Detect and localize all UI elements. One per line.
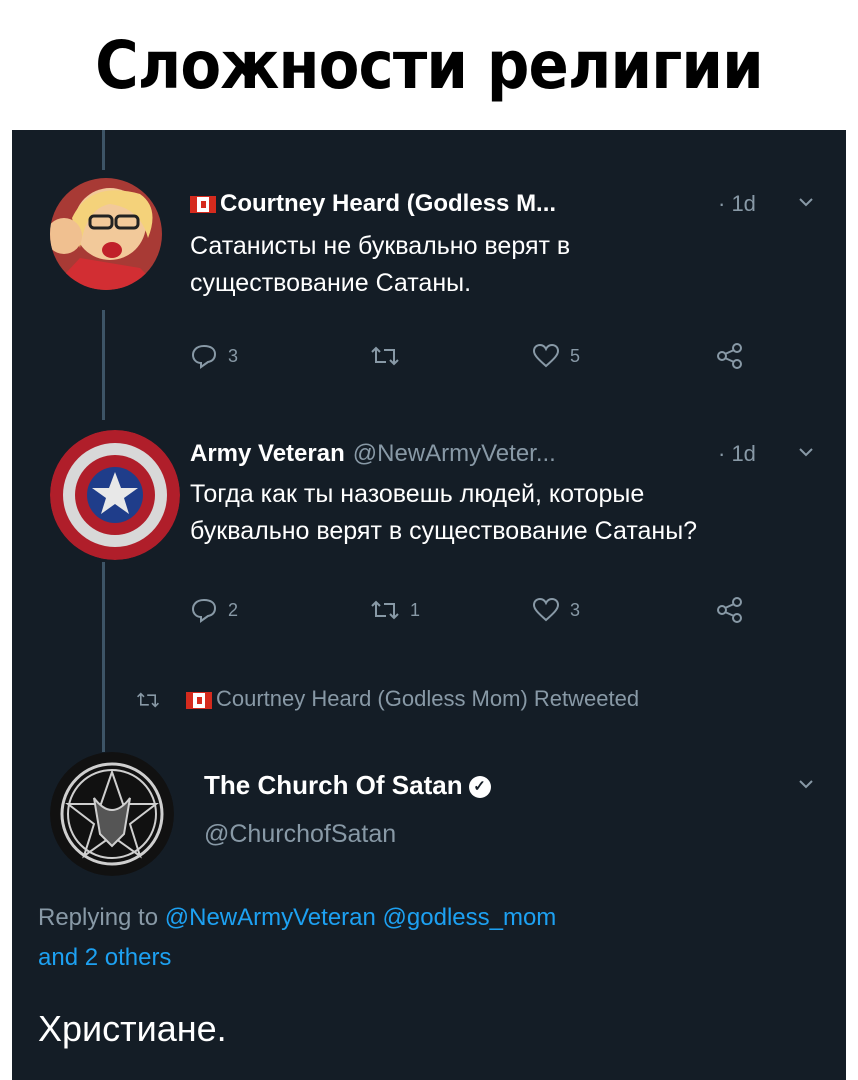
meme-caption: Сложности религии bbox=[0, 0, 858, 130]
reply-icon bbox=[191, 344, 217, 369]
like-icon bbox=[532, 597, 560, 622]
tweet-actions: 2 1 3 bbox=[190, 592, 790, 628]
share-button[interactable] bbox=[716, 596, 744, 624]
reply-button[interactable]: 2 bbox=[190, 597, 238, 623]
tweet-text: Сатанисты не буквально верят в существов… bbox=[190, 232, 571, 297]
caption-text: Сложности религии bbox=[95, 26, 764, 104]
chevron-down-icon[interactable] bbox=[798, 774, 814, 795]
retweeted-by-line[interactable]: Courtney Heard (Godless Mom) Retweeted bbox=[136, 686, 639, 712]
verified-icon: ✓ bbox=[468, 776, 491, 799]
tweet-text: Тогда как ты назовешь людей, которые бук… bbox=[190, 480, 698, 545]
tweet-author-name[interactable]: The Church Of Satan ✓ bbox=[204, 770, 491, 801]
like-button[interactable]: 3 bbox=[532, 597, 580, 623]
flag-canada-icon bbox=[190, 196, 216, 214]
chevron-down-icon[interactable] bbox=[798, 192, 814, 213]
tweet-author-handle[interactable]: @ChurchofSatan bbox=[204, 820, 396, 849]
thread-connector bbox=[102, 310, 105, 420]
retweet-button[interactable] bbox=[370, 344, 410, 368]
reply-icon bbox=[191, 598, 217, 623]
thread-connector bbox=[102, 562, 105, 752]
share-icon bbox=[717, 343, 742, 369]
tweet-author-handle: @NewArmyVeter... bbox=[352, 440, 556, 467]
retweet-button[interactable]: 1 bbox=[370, 598, 420, 622]
mention-link[interactable]: @godless_mom bbox=[383, 904, 557, 931]
like-icon bbox=[532, 343, 560, 368]
reply-button[interactable]: 3 bbox=[190, 343, 238, 369]
tweet-author-name[interactable]: Army Veteran @NewArmyVeter... bbox=[190, 440, 556, 468]
like-button[interactable]: 5 bbox=[532, 343, 580, 369]
retweet-icon bbox=[371, 600, 399, 620]
tweet-time: · 1d bbox=[718, 191, 756, 216]
chevron-down-icon[interactable] bbox=[798, 442, 814, 463]
replying-to: Replying to @NewArmyVeteran @godless_mom… bbox=[38, 904, 557, 971]
tweet-author-name[interactable]: Courtney Heard (Godless M... bbox=[190, 190, 556, 218]
avatar[interactable] bbox=[50, 178, 162, 290]
tweet-thread-screenshot: Courtney Heard (Godless M... · 1d Сатани… bbox=[12, 130, 846, 1080]
others-link[interactable]: and 2 others bbox=[38, 944, 171, 971]
share-button[interactable] bbox=[716, 342, 744, 370]
tweet-text: Христиане. bbox=[38, 1008, 227, 1049]
tweet-actions: 3 5 bbox=[190, 338, 790, 374]
flag-canada-icon bbox=[186, 691, 212, 709]
retweet-icon bbox=[137, 692, 159, 708]
avatar[interactable] bbox=[50, 752, 174, 876]
retweet-icon bbox=[371, 346, 399, 366]
share-icon bbox=[717, 597, 742, 623]
thread-connector bbox=[102, 130, 105, 170]
avatar[interactable] bbox=[50, 430, 180, 560]
tweet-time: · 1d bbox=[718, 441, 756, 466]
mention-link[interactable]: @NewArmyVeteran bbox=[165, 904, 376, 931]
